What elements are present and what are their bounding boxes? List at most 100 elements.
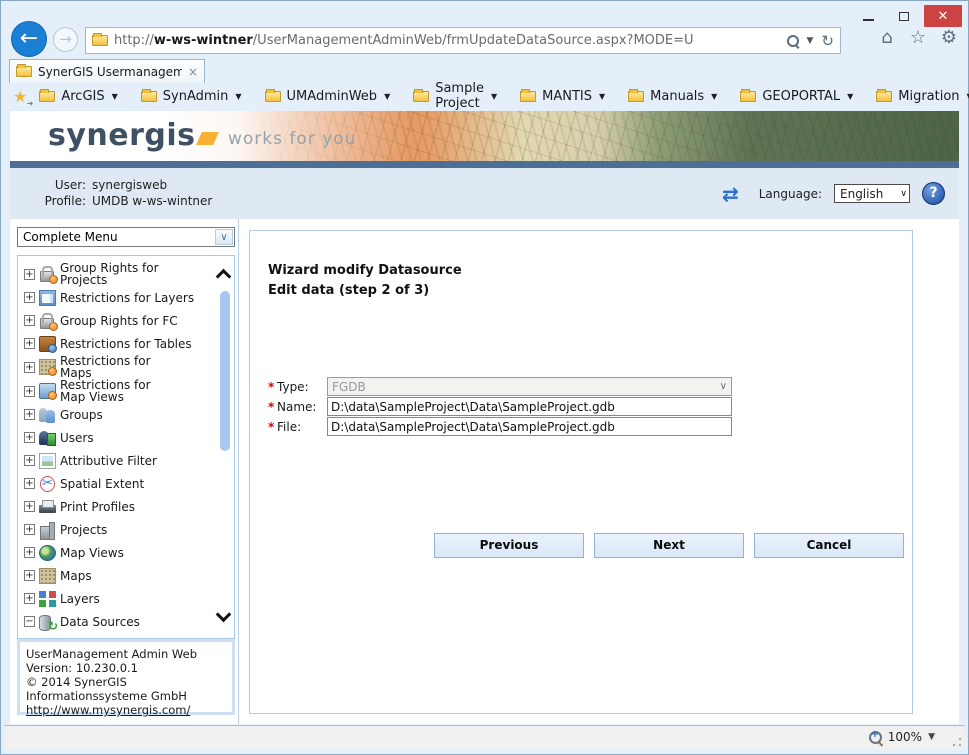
collapse-icon[interactable]: −: [24, 616, 35, 627]
sidebar-item-restrictions-for-layers[interactable]: +Restrictions for Layers: [24, 286, 208, 309]
favorites-bar: ★ ArcGIS▼ SynAdmin▼ UMAdminWeb▼ Sample P…: [1, 83, 968, 109]
sidebar: Complete Menu ∨ +Group Rights for Projec…: [17, 219, 235, 724]
sidebar-item-users[interactable]: +Users: [24, 426, 208, 449]
folder-icon: [520, 91, 536, 102]
expand-icon[interactable]: +: [24, 315, 35, 326]
favorites-star-icon[interactable]: ☆: [907, 27, 929, 48]
type-select[interactable]: FGDB∨: [327, 377, 732, 396]
expand-icon[interactable]: +: [24, 386, 35, 397]
search-icon[interactable]: [787, 35, 799, 47]
add-favorite-icon[interactable]: ★: [13, 87, 27, 106]
refresh-icon[interactable]: ↻: [821, 32, 834, 50]
chevron-down-icon: ▼: [711, 92, 717, 101]
banner-tagline: works for you: [228, 129, 356, 149]
favorite-geoportal[interactable]: GEOPORTAL▼: [740, 89, 853, 104]
zoom-dropdown-icon[interactable]: ▼: [928, 732, 935, 742]
url-text[interactable]: http://w-ws-wintner/UserManagementAdminW…: [114, 33, 787, 48]
chevron-down-icon: ▼: [847, 92, 853, 101]
main-region: Wizard modify Datasource Edit data (step…: [238, 219, 959, 724]
settings-gear-icon[interactable]: ⚙: [938, 27, 960, 48]
tab-close-icon[interactable]: ×: [188, 65, 198, 79]
expand-icon[interactable]: +: [24, 455, 35, 466]
back-button[interactable]: ←: [11, 21, 47, 57]
folder-icon: [413, 91, 429, 102]
chevron-down-icon: ∨: [900, 189, 907, 199]
map-person-icon: [39, 359, 56, 375]
next-button[interactable]: Next: [594, 533, 744, 558]
logo-parallelogram-icon: [196, 132, 219, 145]
people-icon: [39, 407, 56, 423]
zoom-control[interactable]: 100% ▼: [869, 730, 935, 744]
sidebar-item-restrictions-for-maps[interactable]: +Restrictions forMaps: [24, 355, 208, 379]
expand-icon[interactable]: +: [24, 409, 35, 420]
name-input[interactable]: [327, 397, 732, 416]
sidebar-item-map-views[interactable]: +Map Views: [24, 541, 208, 564]
app-copyright: © 2014 SynerGIS: [26, 675, 226, 689]
folder-icon: [141, 91, 157, 102]
expand-icon[interactable]: +: [24, 524, 35, 535]
app-company: Informationssysteme GmbH: [26, 689, 226, 703]
datasource-icon: [39, 614, 56, 630]
expand-icon[interactable]: +: [24, 432, 35, 443]
sidebar-item-attributive-filter[interactable]: +Attributive Filter: [24, 449, 208, 472]
favorite-arcgis[interactable]: ArcGIS▼: [39, 89, 117, 104]
chevron-down-icon: ▼: [235, 92, 241, 101]
chevron-down-icon: ▼: [384, 92, 390, 101]
help-icon[interactable]: ?: [922, 182, 945, 205]
expand-icon[interactable]: +: [24, 593, 35, 604]
favorite-manuals[interactable]: Manuals▼: [628, 89, 717, 104]
sidebar-item-maps[interactable]: +Maps: [24, 564, 208, 587]
expand-icon[interactable]: +: [24, 501, 35, 512]
favorite-umadminweb[interactable]: UMAdminWeb▼: [265, 89, 391, 104]
sidebar-item-layers[interactable]: +Layers: [24, 587, 208, 610]
synergis-link[interactable]: http://www.mysynergis.com/: [26, 703, 190, 717]
form-row-type: * Type: FGDB∨: [268, 377, 896, 396]
scissors-icon: [39, 476, 56, 492]
sidebar-item-restrictions-for-tables[interactable]: +Restrictions for Tables: [24, 332, 208, 355]
layers-panel-icon: [39, 290, 56, 306]
tree-scrollbar-thumb[interactable]: [220, 291, 230, 451]
home-icon[interactable]: ⌂: [876, 27, 898, 48]
sidebar-item-projects[interactable]: +Projects: [24, 518, 208, 541]
expand-icon[interactable]: +: [24, 292, 35, 303]
forward-button[interactable]: →: [53, 27, 78, 52]
sidebar-item-spatial-extent[interactable]: +Spatial Extent: [24, 472, 208, 495]
expand-icon[interactable]: +: [24, 547, 35, 558]
previous-button[interactable]: Previous: [434, 533, 584, 558]
refresh-language-icon[interactable]: ⇄: [722, 182, 739, 206]
menu-mode-select[interactable]: Complete Menu ∨: [17, 227, 235, 247]
sidebar-item-print-profiles[interactable]: +Print Profiles: [24, 495, 208, 518]
expand-icon[interactable]: +: [24, 362, 35, 373]
tab-title: SynerGIS Usermanagement ...: [38, 65, 182, 79]
expand-icon[interactable]: +: [24, 478, 35, 489]
page-body: Complete Menu ∨ +Group Rights for Projec…: [10, 219, 959, 724]
file-input[interactable]: [327, 417, 732, 436]
favorite-sample-project[interactable]: Sample Project▼: [413, 81, 497, 111]
synergis-banner: synergis works for you: [10, 111, 959, 161]
resize-grip[interactable]: [952, 737, 962, 747]
cancel-button[interactable]: Cancel: [754, 533, 904, 558]
sidebar-item-group-rights-for-fc[interactable]: +Group Rights for FC: [24, 309, 208, 332]
required-asterisk: *: [268, 380, 277, 394]
zoom-magnifier-icon: [869, 731, 882, 744]
favorite-mantis[interactable]: MANTIS▼: [520, 89, 605, 104]
screen-person-icon: [39, 383, 56, 399]
sidebar-item-groups[interactable]: +Groups: [24, 403, 208, 426]
lock-person-icon: [39, 313, 56, 329]
tab-synergis-usermanagement[interactable]: SynerGIS Usermanagement ... ×: [9, 59, 205, 83]
expand-icon[interactable]: +: [24, 269, 35, 280]
favorite-migration[interactable]: Migration▼: [876, 89, 969, 104]
app-info-box: UserManagement Admin Web Version: 10.230…: [17, 639, 235, 715]
search-dropdown-icon[interactable]: ▼: [807, 36, 814, 46]
sidebar-item-group-rights-for-projects[interactable]: +Group Rights for Projects: [24, 262, 208, 286]
favorite-synadmin[interactable]: SynAdmin▼: [141, 89, 242, 104]
sidebar-item-restrictions-for-map-views[interactable]: +Restrictions forMap Views: [24, 379, 208, 403]
language-select[interactable]: English∨: [834, 184, 910, 203]
sidebar-item-data-sources[interactable]: −Data Sources: [24, 610, 208, 633]
buildings-icon: [39, 522, 56, 538]
expand-icon[interactable]: +: [24, 338, 35, 349]
expand-icon[interactable]: +: [24, 570, 35, 581]
status-bar: 100% ▼: [4, 725, 965, 750]
user-book-icon: [39, 430, 56, 446]
address-bar[interactable]: http://w-ws-wintner/UserManagementAdminW…: [85, 27, 841, 54]
